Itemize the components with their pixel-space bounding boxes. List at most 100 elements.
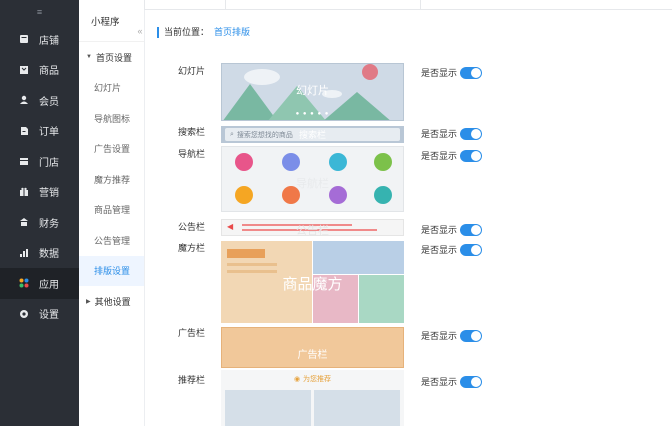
caret-right-icon: ▶: [86, 298, 91, 305]
preview-recommend[interactable]: ◉ 为您推荐: [221, 370, 404, 426]
subnav-title-text: 小程序: [91, 16, 120, 28]
toggle-notice: 是否显示: [421, 223, 483, 236]
sidebar-item-marketing[interactable]: 营销: [0, 177, 79, 208]
cube-title: 商品魔方: [282, 276, 343, 293]
nav-icon-2: [282, 153, 300, 171]
sidebar-item-order[interactable]: 订单: [0, 116, 79, 147]
row-label-recommend: 推荐栏: [178, 375, 206, 385]
toggle-label: 是否显示: [421, 129, 458, 139]
breadcrumb: 当前位置： 首页排版: [157, 27, 250, 38]
toggle-slider: 是否显示: [421, 66, 483, 79]
order-icon: [19, 126, 29, 136]
subnav-item-slider[interactable]: 幻灯片: [79, 73, 144, 104]
sidebar-item-goods[interactable]: 商品: [0, 55, 79, 86]
subnav-group-home[interactable]: ▼ 首页设置: [79, 42, 144, 73]
preview-search[interactable]: ⌕ 搜索您想找的商品 搜索栏: [221, 126, 404, 143]
slider-dots: ● ● ● ● ●: [295, 111, 330, 117]
nav-title: 导航栏: [296, 178, 329, 190]
search-title: 搜索栏: [298, 130, 326, 140]
preview-nav-icons[interactable]: 导航栏: [221, 146, 404, 212]
nav-icon-4: [374, 153, 392, 171]
toggle-ad: 是否显示: [421, 329, 483, 342]
main-content: 当前位置： 首页排版 幻灯片 搜索栏 导航栏 公告栏 魔方栏 广告栏 推荐栏 是否…: [144, 0, 672, 426]
row-label-cube: 魔方栏: [178, 243, 206, 253]
top-tab-divider: [225, 0, 226, 10]
preview-cube[interactable]: 商品魔方: [221, 241, 404, 323]
apps-icon: [19, 278, 29, 288]
breadcrumb-prefix: 当前位置：: [164, 27, 210, 37]
sidebar-item-label: 营销: [39, 188, 59, 200]
finance-icon: [19, 217, 29, 227]
secondary-sidebar: 小程序 « ▼ 首页设置 幻灯片 导航图标 广告设置 魔方推荐 商品管理 公告管…: [79, 0, 145, 426]
shop-icon: [19, 156, 29, 166]
toggle-recommend: 是否显示: [421, 375, 483, 388]
row-label-notice: 公告栏: [178, 222, 206, 232]
chart-icon: [19, 248, 29, 258]
row-label-ad: 广告栏: [178, 328, 206, 338]
toggle-label: 是否显示: [421, 331, 458, 341]
collapse-chevron-icon[interactable]: «: [135, 24, 145, 38]
show-switch-ad[interactable]: [460, 329, 483, 342]
recommend-header: ◉ 为您推荐: [221, 370, 404, 387]
top-tab-divider: [420, 0, 421, 10]
top-tab-divider: [144, 0, 145, 10]
subnav-group-label: 首页设置: [95, 52, 132, 63]
toggle-search: 是否显示: [421, 127, 483, 140]
main-sidebar: ≡ 店铺 商品 会员 订单 门店 营销 财务 数据 应用 设置: [0, 0, 79, 426]
gear-icon: [19, 309, 29, 319]
cube-bar: [227, 249, 265, 258]
subnav-group-other[interactable]: ▶ 其他设置: [79, 286, 144, 317]
sidebar-item-label: 商品: [39, 66, 59, 78]
row-label-nav: 导航栏: [178, 149, 206, 159]
show-switch-cube[interactable]: [460, 243, 483, 256]
sidebar-item-store[interactable]: 店铺: [0, 24, 79, 55]
row-label-search: 搜索栏: [178, 127, 206, 137]
menu-toggle-icon[interactable]: ≡: [0, 0, 79, 24]
subnav-group-label: 其他设置: [94, 296, 131, 307]
notice-title: 公告栏: [296, 225, 329, 237]
sidebar-item-label: 设置: [39, 310, 59, 322]
store-icon: [19, 34, 29, 44]
slider-title: 幻灯片: [296, 85, 329, 97]
subnav-item-nav-icons[interactable]: 导航图标: [79, 103, 144, 134]
subnav-item-goods[interactable]: 商品管理: [79, 195, 144, 226]
toggle-nav: 是否显示: [421, 149, 483, 162]
cube-cell-top-right: [313, 241, 404, 274]
sidebar-item-label: 应用: [39, 279, 59, 291]
breadcrumb-current-link[interactable]: 首页排版: [214, 27, 250, 37]
ad-title: 广告栏: [297, 350, 328, 361]
toggle-label: 是否显示: [421, 151, 458, 161]
preview-ad[interactable]: 广告栏: [221, 327, 404, 368]
recommend-title: 为您推荐: [303, 375, 332, 383]
sidebar-item-member[interactable]: 会员: [0, 85, 79, 116]
sidebar-item-label: 订单: [39, 127, 59, 139]
caret-down-icon: ▼: [86, 54, 92, 61]
toggle-label: 是否显示: [421, 68, 458, 78]
row-label-slider: 幻灯片: [178, 66, 206, 76]
cube-bar: [227, 263, 277, 266]
preview-notice[interactable]: ◀ 公告栏: [221, 219, 404, 237]
sidebar-item-label: 门店: [39, 157, 59, 169]
show-switch-recommend[interactable]: [460, 375, 483, 388]
show-switch-search[interactable]: [460, 127, 483, 140]
sidebar-item-apps[interactable]: 应用: [0, 268, 79, 299]
sidebar-item-shop[interactable]: 门店: [0, 146, 79, 177]
preview-slider[interactable]: 幻灯片 ● ● ● ● ●: [221, 63, 404, 121]
recommend-card: [225, 390, 311, 426]
show-switch-nav[interactable]: [460, 149, 483, 162]
toggle-cube: 是否显示: [421, 243, 483, 256]
sidebar-item-finance[interactable]: 财务: [0, 207, 79, 238]
subnav-item-notice[interactable]: 公告管理: [79, 225, 144, 256]
show-switch-notice[interactable]: [460, 223, 483, 236]
sidebar-item-settings[interactable]: 设置: [0, 299, 79, 330]
subnav-item-cube[interactable]: 魔方推荐: [79, 164, 144, 195]
nav-icon-1: [235, 153, 253, 171]
sidebar-item-data[interactable]: 数据: [0, 238, 79, 269]
toggle-label: 是否显示: [421, 377, 458, 387]
subnav-title: 小程序 «: [79, 0, 144, 42]
subnav-item-ad-settings[interactable]: 广告设置: [79, 134, 144, 165]
show-switch-slider[interactable]: [460, 66, 483, 79]
member-icon: [19, 95, 29, 105]
toggle-label: 是否显示: [421, 245, 458, 255]
subnav-item-layout[interactable]: 排版设置: [79, 255, 144, 286]
